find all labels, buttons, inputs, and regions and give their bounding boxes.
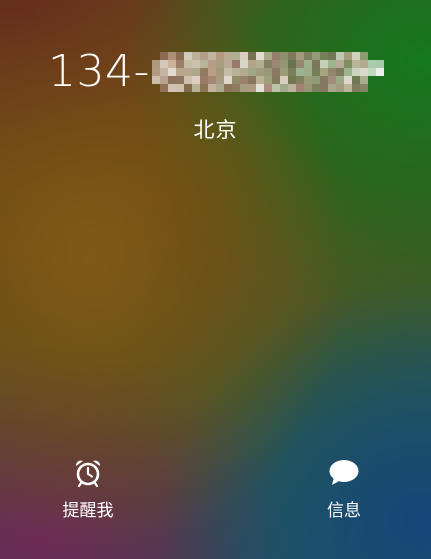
- remind-me-label: 提醒我: [62, 501, 114, 521]
- incoming-call-screen: 134- 北京 提醒我 信息: [0, 0, 431, 559]
- caller-location: 北京: [193, 118, 238, 142]
- caller-number: 134-: [48, 44, 384, 100]
- caller-number-prefix: 134-: [48, 46, 150, 97]
- speech-bubble-icon: [329, 460, 359, 485]
- alarm-clock-icon: [75, 460, 101, 488]
- remind-me-button[interactable]: 提醒我: [43, 456, 133, 521]
- message-button[interactable]: 信息: [299, 456, 389, 521]
- message-label: 信息: [327, 501, 361, 521]
- caller-number-redacted: [151, 52, 384, 92]
